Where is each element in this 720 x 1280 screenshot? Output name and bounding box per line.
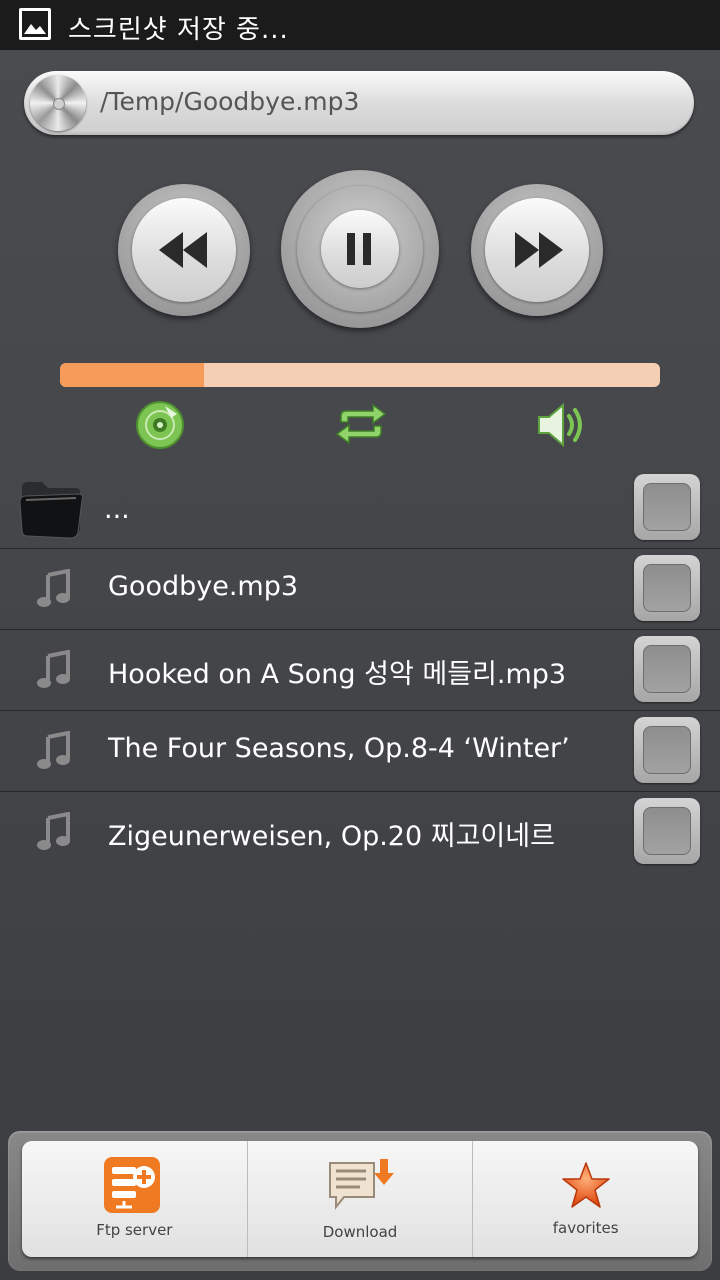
folder-icon: [19, 482, 83, 539]
select-checkbox[interactable]: [634, 474, 700, 540]
list-item[interactable]: The Four Seasons, Op.8-4 ‘Winter’: [0, 711, 720, 792]
fast-forward-icon: [515, 232, 563, 268]
file-name: Goodbye.mp3: [108, 571, 299, 602]
fast-forward-button[interactable]: [471, 184, 603, 316]
music-note-icon: [37, 569, 70, 607]
file-name: Zigeunerweisen, Op.20 찌고이네르: [108, 821, 555, 852]
status-bar: 스크린샷 저장 중...: [0, 0, 720, 50]
music-note-icon: [37, 812, 70, 850]
favorites-label: favorites: [552, 1219, 619, 1237]
disc-mode-icon[interactable]: [135, 400, 185, 450]
screenshot-icon: [19, 8, 51, 40]
progress-fill: [60, 363, 204, 387]
star-icon: [562, 1162, 611, 1208]
current-path: /Temp/Goodbye.mp3: [100, 87, 360, 116]
disc-icon: [30, 75, 86, 131]
parent-folder-label: ...: [104, 494, 130, 525]
music-note-icon: [37, 731, 70, 769]
select-checkbox[interactable]: [634, 717, 700, 783]
favorites-button[interactable]: favorites: [473, 1141, 698, 1257]
ftp-server-label: Ftp server: [96, 1221, 173, 1239]
pause-icon: [347, 233, 371, 265]
list-item[interactable]: Hooked on A Song 성악 메들리.mp3: [0, 630, 720, 711]
pause-button[interactable]: [281, 170, 439, 328]
select-checkbox[interactable]: [634, 798, 700, 864]
repeat-icon[interactable]: [333, 402, 389, 446]
select-checkbox[interactable]: [634, 555, 700, 621]
music-note-icon: [37, 650, 70, 688]
parent-folder-row[interactable]: ...: [0, 468, 720, 549]
rewind-button[interactable]: [118, 184, 250, 316]
file-name: The Four Seasons, Op.8-4 ‘Winter’: [108, 733, 570, 764]
current-file-bar[interactable]: /Temp/Goodbye.mp3: [24, 71, 694, 135]
download-icon: [328, 1159, 394, 1210]
ftp-server-icon: [104, 1157, 160, 1213]
status-text: 스크린샷 저장 중...: [68, 15, 289, 45]
list-item[interactable]: Zigeunerweisen, Op.20 찌고이네르: [0, 792, 720, 872]
file-name: Hooked on A Song 성악 메들리.mp3: [108, 659, 567, 690]
download-label: Download: [322, 1223, 398, 1241]
file-list: ... Goodbye.mp3 Hooked on A Song 성악 메들리.…: [0, 468, 720, 872]
select-checkbox[interactable]: [634, 636, 700, 702]
volume-icon[interactable]: [535, 400, 589, 450]
bottom-toolbar: Ftp server Download favorites: [8, 1131, 712, 1271]
playback-progress-bar[interactable]: [60, 363, 660, 387]
ftp-server-button[interactable]: Ftp server: [22, 1141, 248, 1257]
list-item[interactable]: Goodbye.mp3: [0, 549, 720, 630]
download-button[interactable]: Download: [248, 1141, 474, 1257]
rewind-icon: [159, 232, 207, 268]
